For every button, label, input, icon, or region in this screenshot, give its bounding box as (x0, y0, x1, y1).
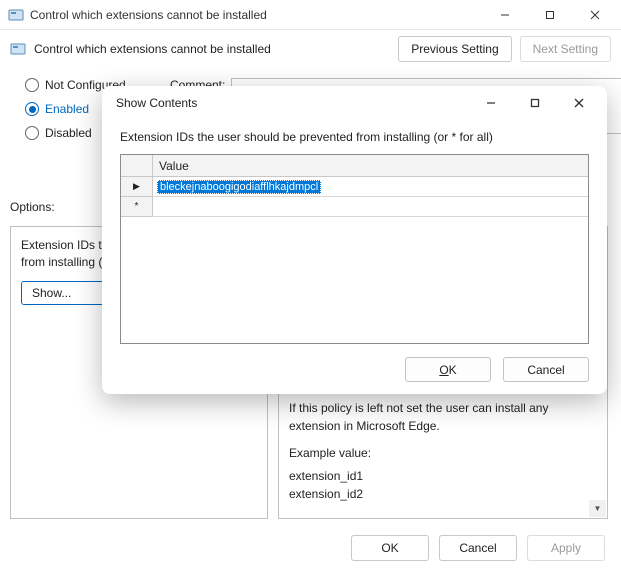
scroll-down-icon[interactable]: ▼ (589, 500, 606, 517)
ok-button[interactable]: OK (351, 535, 429, 561)
modal-cancel-button[interactable]: Cancel (503, 357, 589, 382)
radio-icon (25, 126, 39, 140)
radio-icon (25, 78, 39, 92)
header-row: Control which extensions cannot be insta… (0, 30, 621, 68)
close-button[interactable] (572, 1, 617, 29)
row-marker-icon: * (121, 197, 153, 217)
grid-cell[interactable]: bleckejnaboogigodiafflhkajdmpcl (153, 177, 588, 197)
next-setting-button: Next Setting (520, 36, 611, 62)
dialog-button-row: OK Cancel Apply (351, 535, 605, 561)
apply-button: Apply (527, 535, 605, 561)
minimize-button[interactable] (482, 1, 527, 29)
modal-instruction: Extension IDs the user should be prevent… (120, 126, 589, 154)
grid-column-header[interactable]: Value (153, 155, 588, 177)
grid-row[interactable]: ▶ bleckejnaboogigodiafflhkajdmpcl (121, 177, 588, 197)
grid-cell-value: bleckejnaboogigodiafflhkajdmpcl (157, 180, 321, 194)
show-contents-dialog: Show Contents Extension IDs the user sho… (102, 86, 607, 394)
maximize-button[interactable] (527, 1, 572, 29)
row-marker-icon: ▶ (121, 177, 153, 197)
radio-label: Enabled (45, 102, 89, 116)
cancel-button[interactable]: Cancel (439, 535, 517, 561)
grid-header-row: Value (121, 155, 588, 177)
help-example-value: extension_id1 (289, 468, 597, 485)
options-label: Options: (10, 200, 55, 214)
main-titlebar: Control which extensions cannot be insta… (0, 0, 621, 30)
grid-cell[interactable] (153, 197, 588, 217)
values-grid[interactable]: Value ▶ bleckejnaboogigodiafflhkajdmpcl … (120, 154, 589, 344)
modal-title: Show Contents (116, 96, 469, 110)
policy-icon (10, 41, 26, 57)
help-example-value: extension_id2 (289, 486, 597, 503)
modal-maximize-button[interactable] (513, 88, 557, 118)
grid-corner (121, 155, 153, 177)
radio-icon (25, 102, 39, 116)
modal-minimize-button[interactable] (469, 88, 513, 118)
modal-ok-button[interactable]: OK (405, 357, 491, 382)
modal-button-row: OK Cancel (102, 347, 607, 394)
help-example-label: Example value: (289, 445, 597, 462)
grid-row[interactable]: * (121, 197, 588, 217)
window-title: Control which extensions cannot be insta… (30, 8, 482, 22)
policy-icon (8, 7, 24, 23)
help-text: If this policy is left not set the user … (289, 400, 597, 435)
header-label: Control which extensions cannot be insta… (34, 42, 390, 56)
radio-label: Disabled (45, 126, 92, 140)
modal-titlebar: Show Contents (102, 86, 607, 120)
modal-close-button[interactable] (557, 88, 601, 118)
previous-setting-button[interactable]: Previous Setting (398, 36, 511, 62)
